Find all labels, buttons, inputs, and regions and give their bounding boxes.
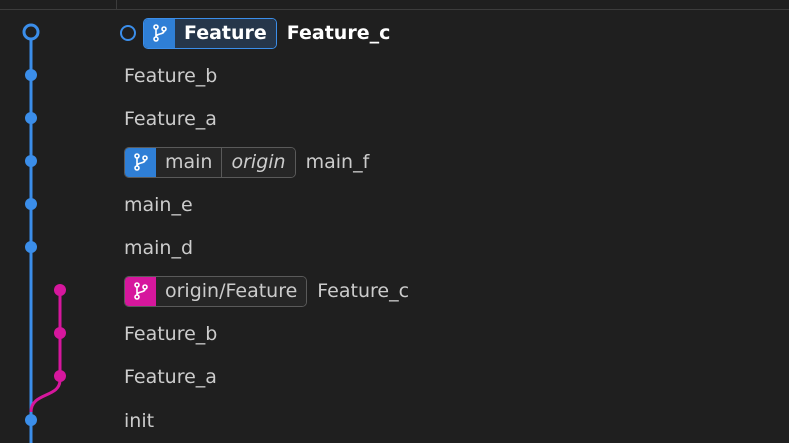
commit-dot [25, 69, 37, 81]
commit-message: Feature_c [286, 22, 391, 44]
commit-row[interactable]: init [124, 404, 154, 438]
commit-dot [25, 414, 37, 426]
branch-ref-badge[interactable]: Feature [143, 17, 277, 49]
commit-message: main_d [124, 237, 194, 259]
branch-ref-badge[interactable]: main origin [124, 146, 296, 178]
commit-graph-view: Feature Feature_c Feature_b Feature_a ma… [0, 0, 789, 443]
feature-lane-line [29, 290, 62, 413]
commit-dot [25, 112, 37, 124]
commit-message: Feature_b [124, 65, 218, 87]
commit-row[interactable]: main_e [124, 188, 193, 222]
commit-message: Feature_c [317, 280, 410, 302]
branch-icon [125, 147, 156, 177]
commit-dot [25, 198, 37, 210]
branch-icon [125, 276, 156, 306]
head-commit-dot [22, 23, 40, 41]
commit-message: Feature_b [124, 323, 218, 345]
commit-row[interactable]: Feature_b [124, 59, 217, 93]
commit-dot [54, 370, 66, 382]
remote-ref-label: origin [221, 147, 295, 177]
commit-row[interactable]: Feature_a [124, 102, 217, 136]
commit-dot [54, 327, 66, 339]
branch-ref-label: main [156, 147, 222, 177]
branch-ref-badge[interactable]: origin/Feature [124, 275, 308, 307]
commit-row[interactable]: Feature_b [124, 317, 217, 351]
commit-message: main_f [305, 151, 370, 173]
commit-row[interactable]: origin/Feature Feature_c [124, 274, 409, 308]
branch-ref-label: origin/Feature [156, 276, 307, 306]
commit-dot [25, 241, 37, 253]
head-ring-icon [120, 25, 136, 41]
commit-row[interactable]: Feature_a [124, 360, 217, 394]
branch-ref-label: Feature [175, 18, 276, 48]
graph-lanes [22, 23, 66, 443]
branch-icon [144, 18, 175, 48]
commit-row[interactable]: Feature Feature_c [120, 16, 391, 50]
commit-message: init [124, 410, 155, 432]
commit-dot [25, 155, 37, 167]
commit-message: Feature_a [124, 366, 217, 388]
commit-message: main_e [124, 194, 193, 216]
commit-message: Feature_a [124, 108, 217, 130]
commit-row[interactable]: main_d [124, 231, 193, 265]
commit-row[interactable]: main origin main_f [124, 145, 369, 179]
commit-dot [54, 284, 66, 296]
